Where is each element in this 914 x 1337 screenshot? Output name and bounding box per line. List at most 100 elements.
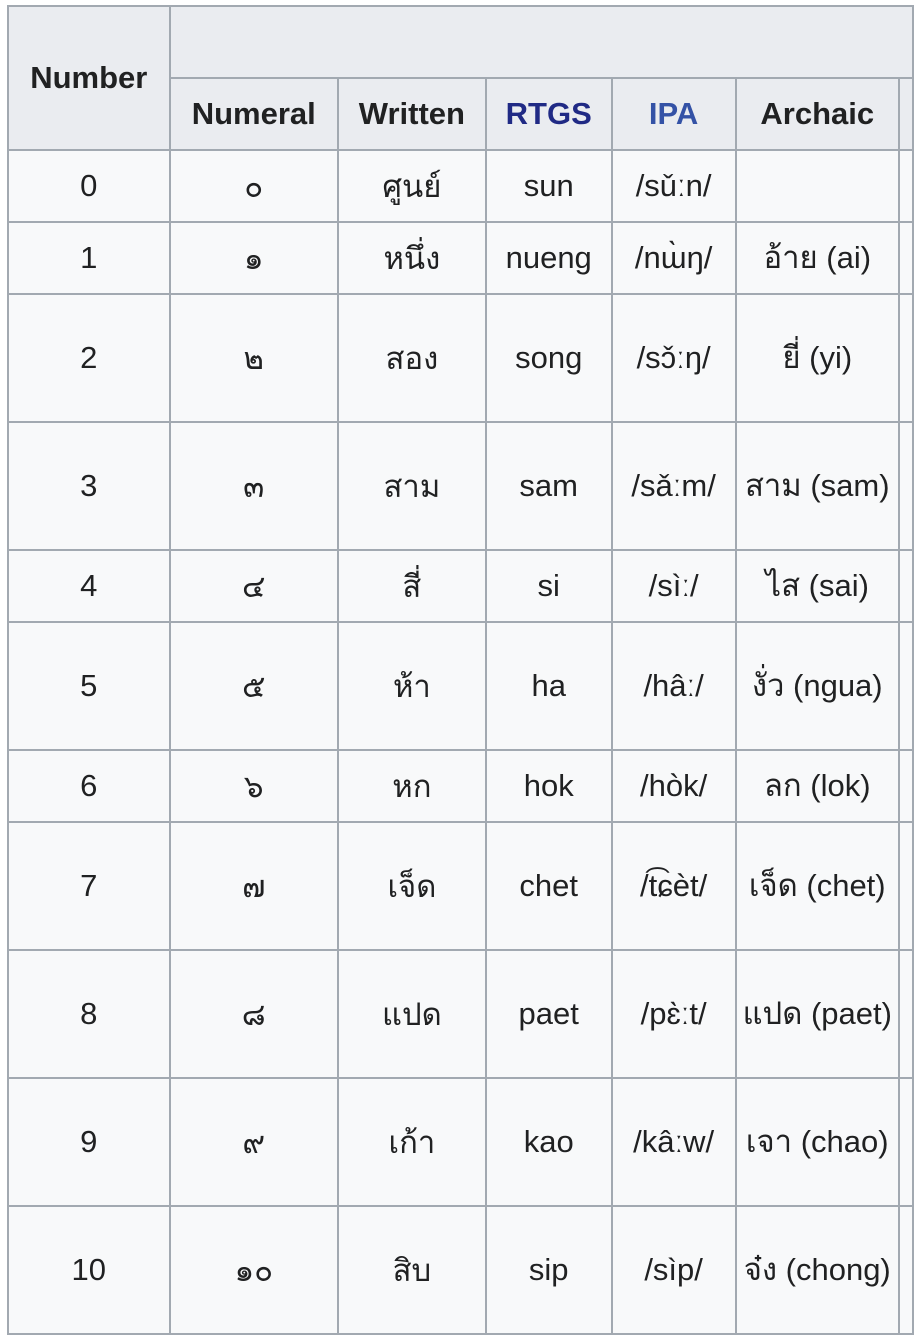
cell-rtgs: si bbox=[484, 549, 613, 623]
cell-ipa: /sɔ̌ːŋ/ bbox=[610, 293, 737, 423]
cell-archaic: สาม (sam) bbox=[734, 421, 900, 551]
table-row: 7 ๗ เจ็ด chet /t͡ɕèt/ เจ็ด (chet) bbox=[7, 821, 914, 951]
cell-rtgs: ha bbox=[484, 621, 613, 751]
header-clipped-column bbox=[897, 77, 914, 151]
cell-written: สอง bbox=[337, 293, 487, 423]
cell-numeral: ๐ bbox=[168, 149, 340, 223]
table-row: 2 ๒ สอง song /sɔ̌ːŋ/ ยี่ (yi) bbox=[7, 293, 914, 423]
cell-rtgs: song bbox=[484, 293, 613, 423]
cell-numeral: ๕ bbox=[168, 621, 340, 751]
cell-written: เก้า bbox=[337, 1077, 487, 1207]
rtgs-link[interactable]: RTGS bbox=[506, 96, 592, 131]
cell-clipped bbox=[897, 749, 914, 823]
header-group-empty bbox=[168, 5, 914, 79]
cell-number: 9 bbox=[7, 1077, 171, 1207]
cell-clipped bbox=[897, 1205, 914, 1335]
cell-number: 7 bbox=[7, 821, 171, 951]
cell-ipa: /sǎːm/ bbox=[610, 421, 737, 551]
cell-clipped bbox=[897, 549, 914, 623]
table-row: 9 ๙ เก้า kao /kâːw/ เจา (chao) bbox=[7, 1077, 914, 1207]
cell-clipped bbox=[897, 949, 914, 1079]
table-row: 1 ๑ หนึ่ง nueng /nɯ̀ŋ/ อ้าย (ai) bbox=[7, 221, 914, 295]
cell-archaic: แปด (paet) bbox=[734, 949, 900, 1079]
cell-rtgs: sam bbox=[484, 421, 613, 551]
cell-archaic: เจา (chao) bbox=[734, 1077, 900, 1207]
table-row: 5 ๕ ห้า ha /hâː/ งั่ว (ngua) bbox=[7, 621, 914, 751]
cell-numeral: ๑๐ bbox=[168, 1205, 340, 1335]
cell-clipped bbox=[897, 1077, 914, 1207]
header-rtgs[interactable]: RTGS bbox=[484, 77, 613, 151]
cell-number: 6 bbox=[7, 749, 171, 823]
cell-archaic: จ๋ง (chong) bbox=[734, 1205, 900, 1335]
cell-rtgs: hok bbox=[484, 749, 613, 823]
cell-number: 2 bbox=[7, 293, 171, 423]
table-row: 0 ๐ ศูนย์ sun /sǔːn/ bbox=[7, 149, 914, 223]
cell-written: ห้า bbox=[337, 621, 487, 751]
cell-archaic: ลก (lok) bbox=[734, 749, 900, 823]
cell-ipa: /sìp/ bbox=[610, 1205, 737, 1335]
table-row: 10 ๑๐ สิบ sip /sìp/ จ๋ง (chong) bbox=[7, 1205, 914, 1335]
cell-rtgs: sun bbox=[484, 149, 613, 223]
cell-ipa: /pɛ̀ːt/ bbox=[610, 949, 737, 1079]
cell-number: 10 bbox=[7, 1205, 171, 1335]
cell-numeral: ๗ bbox=[168, 821, 340, 951]
header-row-top: Number bbox=[7, 5, 914, 151]
cell-archaic: เจ็ด (chet) bbox=[734, 821, 900, 951]
cell-archaic: งั่ว (ngua) bbox=[734, 621, 900, 751]
cell-clipped bbox=[897, 821, 914, 951]
cell-ipa: /sǔːn/ bbox=[610, 149, 737, 223]
cell-rtgs: chet bbox=[484, 821, 613, 951]
cell-written: หนึ่ง bbox=[337, 221, 487, 295]
header-written: Written bbox=[337, 77, 487, 151]
table-row: 3 ๓ สาม sam /sǎːm/ สาม (sam) bbox=[7, 421, 914, 551]
cell-rtgs: kao bbox=[484, 1077, 613, 1207]
cell-numeral: ๙ bbox=[168, 1077, 340, 1207]
cell-ipa: /t͡ɕèt/ bbox=[610, 821, 737, 951]
cell-clipped bbox=[897, 421, 914, 551]
header-numeral: Numeral bbox=[168, 77, 340, 151]
cell-numeral: ๔ bbox=[168, 549, 340, 623]
table-row: 6 ๖ หก hok /hòk/ ลก (lok) bbox=[7, 749, 914, 823]
cell-rtgs: paet bbox=[484, 949, 613, 1079]
header-number: Number bbox=[7, 5, 171, 151]
cell-archaic bbox=[734, 149, 900, 223]
cell-ipa: /nɯ̀ŋ/ bbox=[610, 221, 737, 295]
cell-archaic: อ้าย (ai) bbox=[734, 221, 900, 295]
cell-ipa: /hòk/ bbox=[610, 749, 737, 823]
cell-written: สี่ bbox=[337, 549, 487, 623]
cell-ipa: /sìː/ bbox=[610, 549, 737, 623]
cell-number: 5 bbox=[7, 621, 171, 751]
cell-ipa: /kâːw/ bbox=[610, 1077, 737, 1207]
cell-clipped bbox=[897, 149, 914, 223]
cell-archaic: ไส (sai) bbox=[734, 549, 900, 623]
header-archaic: Archaic bbox=[734, 77, 900, 151]
cell-number: 0 bbox=[7, 149, 171, 223]
cell-ipa: /hâː/ bbox=[610, 621, 737, 751]
cell-numeral: ๘ bbox=[168, 949, 340, 1079]
cell-written: สาม bbox=[337, 421, 487, 551]
cell-number: 4 bbox=[7, 549, 171, 623]
cell-number: 1 bbox=[7, 221, 171, 295]
table-row: 8 ๘ แปด paet /pɛ̀ːt/ แปด (paet) bbox=[7, 949, 914, 1079]
cell-number: 3 bbox=[7, 421, 171, 551]
cell-rtgs: sip bbox=[484, 1205, 613, 1335]
cell-numeral: ๖ bbox=[168, 749, 340, 823]
cell-written: เจ็ด bbox=[337, 821, 487, 951]
cell-clipped bbox=[897, 221, 914, 295]
ipa-link[interactable]: IPA bbox=[649, 96, 698, 131]
cell-clipped bbox=[897, 293, 914, 423]
cell-archaic: ยี่ (yi) bbox=[734, 293, 900, 423]
cell-written: ศูนย์ bbox=[337, 149, 487, 223]
header-ipa[interactable]: IPA bbox=[610, 77, 737, 151]
table-row: 4 ๔ สี่ si /sìː/ ไส (sai) bbox=[7, 549, 914, 623]
cell-written: แปด bbox=[337, 949, 487, 1079]
cell-numeral: ๒ bbox=[168, 293, 340, 423]
cell-numeral: ๑ bbox=[168, 221, 340, 295]
cell-numeral: ๓ bbox=[168, 421, 340, 551]
cell-written: หก bbox=[337, 749, 487, 823]
cell-clipped bbox=[897, 621, 914, 751]
page: Number Numeral Written RTGS IPA Archaic … bbox=[0, 0, 914, 1337]
thai-numerals-table: Number Numeral Written RTGS IPA Archaic … bbox=[7, 5, 914, 1335]
cell-written: สิบ bbox=[337, 1205, 487, 1335]
cell-rtgs: nueng bbox=[484, 221, 613, 295]
